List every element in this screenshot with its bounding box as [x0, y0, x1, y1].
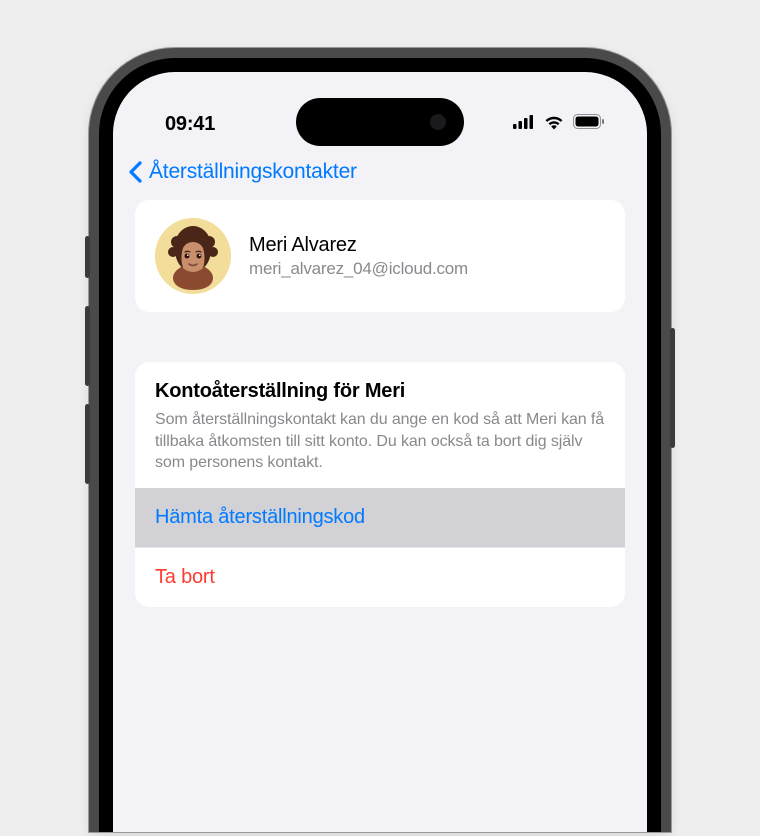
screen: 09:41	[113, 72, 647, 832]
nav-bar[interactable]: Återställningskontakter	[113, 146, 647, 200]
contact-info: Meri Alvarez meri_alvarez_04@icloud.com	[249, 234, 468, 279]
cellular-icon	[513, 115, 535, 134]
recovery-description: Som återställningskontakt kan du ange en…	[155, 409, 605, 474]
phone-bezel: 09:41	[99, 58, 661, 832]
contact-name: Meri Alvarez	[249, 234, 468, 257]
recovery-header: Kontoåterställning för Meri Som återstäl…	[135, 362, 625, 488]
contact-email: meri_alvarez_04@icloud.com	[249, 259, 468, 279]
avatar	[155, 218, 231, 294]
power-button	[670, 328, 675, 448]
get-recovery-code-button[interactable]: Hämta återställningskod	[135, 488, 625, 547]
dynamic-island	[296, 98, 464, 146]
recovery-section: Kontoåterställning för Meri Som återstäl…	[135, 362, 625, 607]
content: Meri Alvarez meri_alvarez_04@icloud.com …	[113, 200, 647, 607]
nav-back-label: Återställningskontakter	[149, 160, 357, 184]
phone-frame: 09:41	[89, 48, 671, 832]
status-time: 09:41	[165, 113, 215, 136]
volume-down-button	[85, 404, 90, 484]
status-icons	[513, 114, 605, 135]
recovery-title: Kontoåterställning för Meri	[155, 380, 605, 403]
contact-card[interactable]: Meri Alvarez meri_alvarez_04@icloud.com	[135, 200, 625, 312]
side-button	[85, 236, 90, 278]
remove-button[interactable]: Ta bort	[135, 547, 625, 607]
volume-up-button	[85, 306, 90, 386]
battery-icon	[573, 114, 605, 134]
chevron-left-icon	[127, 160, 143, 184]
wifi-icon	[543, 114, 565, 135]
